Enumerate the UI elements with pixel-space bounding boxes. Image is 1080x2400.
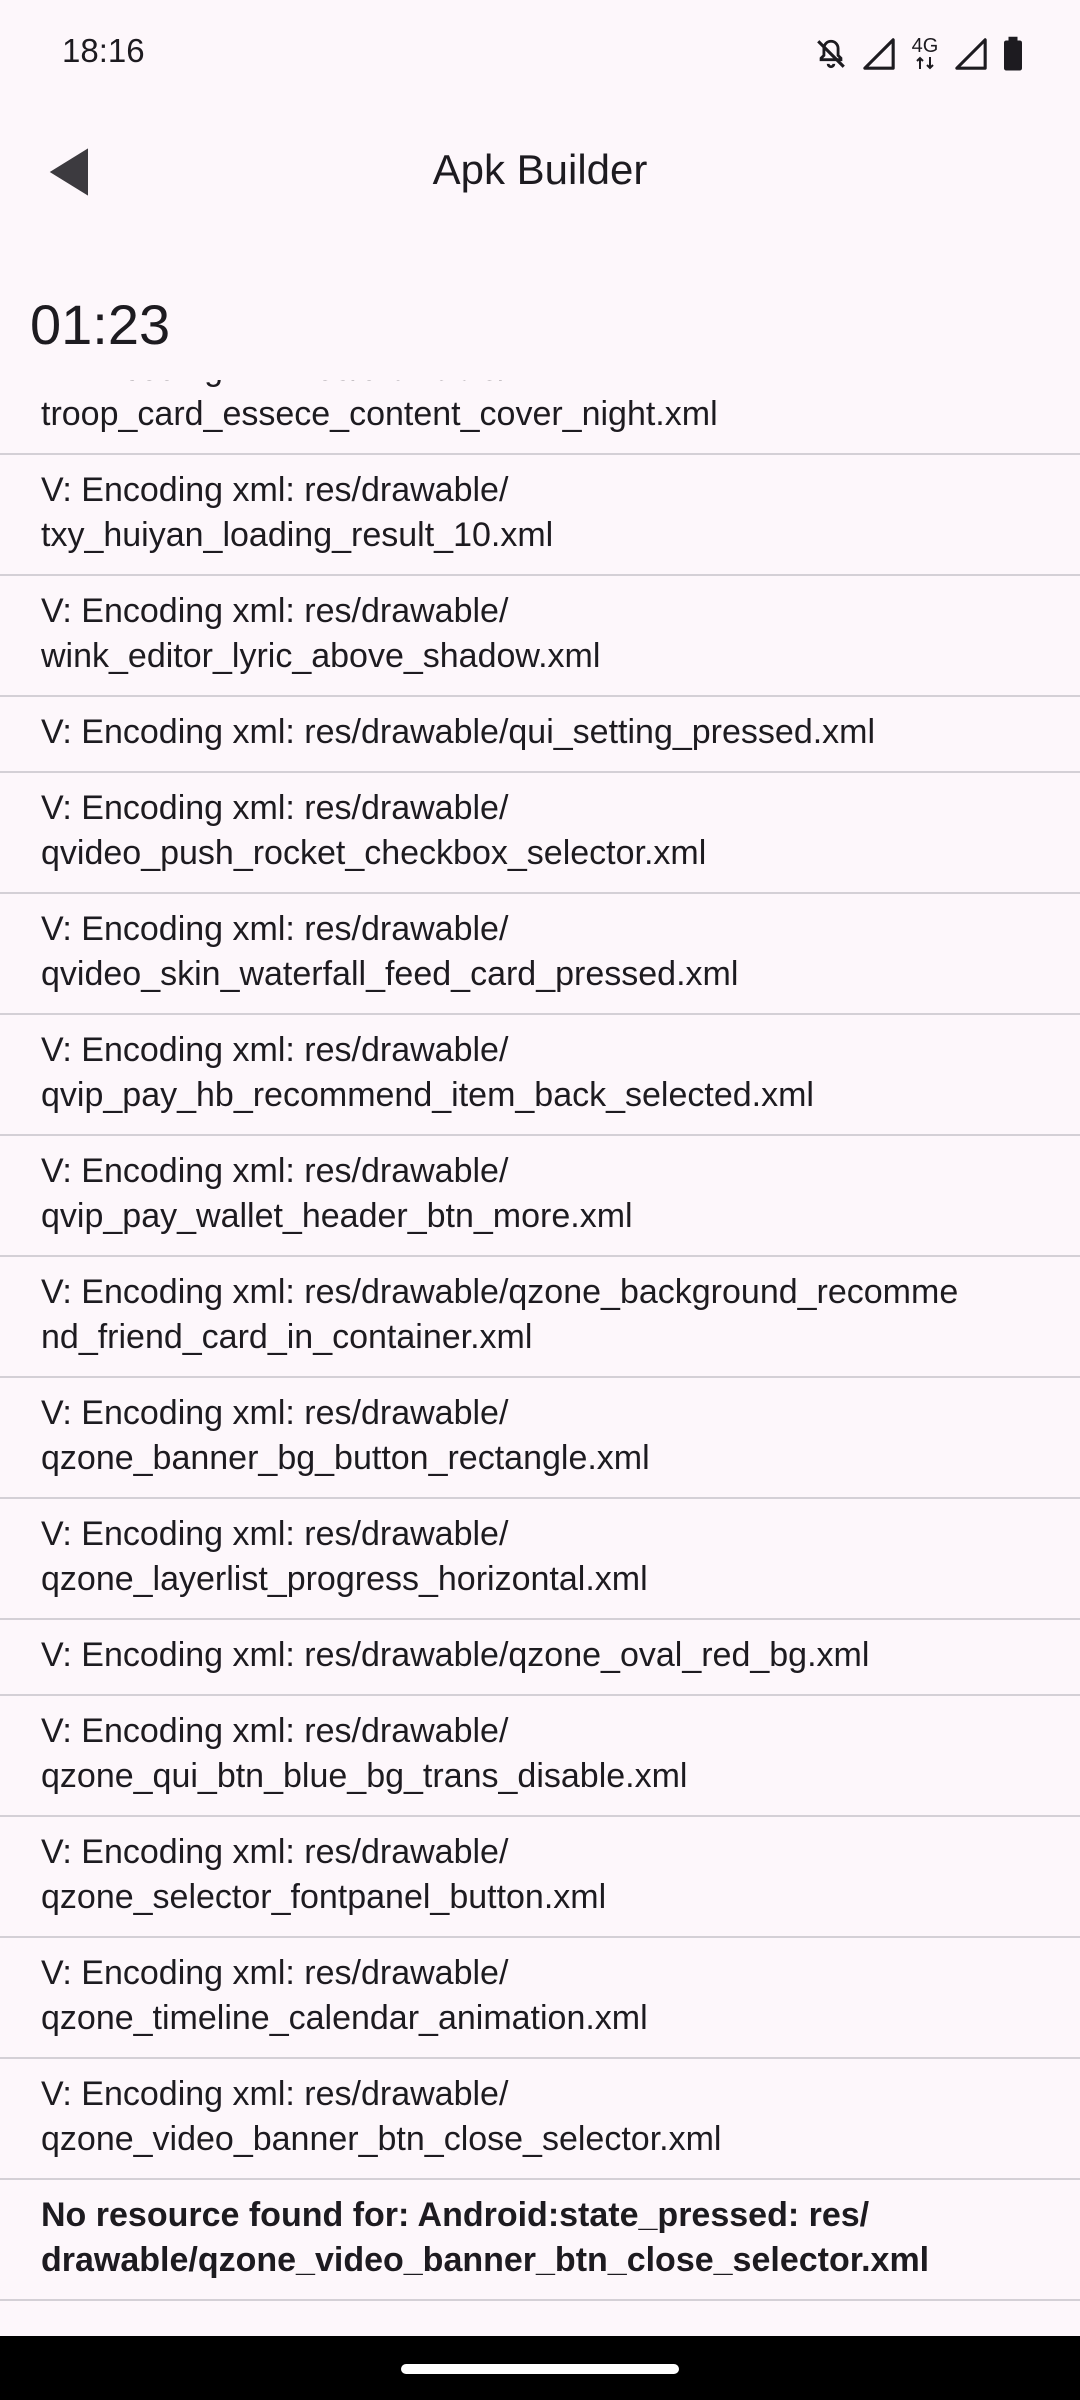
- log-entry-line: V: Encoding xml: res/drawable/: [41, 380, 1050, 392]
- log-entry-line: qvideo_push_rocket_checkbox_selector.xml: [41, 834, 707, 872]
- log-entry: V: Encoding xml: res/drawable/qzone_vide…: [0, 2059, 1080, 2180]
- log-entry-line: V: Encoding xml: res/drawable/qzone_back…: [41, 1273, 959, 1311]
- log-entry-line: drawable/qzone_video_banner_btn_close_se…: [41, 2241, 930, 2279]
- log-entry-line: qzone_timeline_calendar_animation.xml: [41, 1999, 648, 2037]
- apk-builder-screen: 18:16 4G Apk Builder 01:23 troop_card_es…: [0, 0, 1080, 2400]
- network-type-label: 4G: [911, 35, 939, 57]
- log-entry-line: V: Encoding xml: res/drawable/: [41, 1712, 509, 1750]
- log-entry-line: qvip_pay_hb_recommend_item_back_selected…: [41, 1076, 814, 1114]
- log-entry: V: Encoding xml: res/drawable/qzone_sele…: [0, 1817, 1080, 1938]
- log-entry: V: Encoding xml: res/drawable/qzone_time…: [0, 1938, 1080, 2059]
- log-entry: V: Encoding xml: res/drawable/qvideo_ski…: [0, 894, 1080, 1015]
- log-entry-line: V: Encoding xml: res/drawable/qzone_oval…: [41, 1636, 870, 1674]
- log-entry-line: V: Encoding xml: res/drawable/: [41, 789, 509, 827]
- log-entry: V: Encoding xml: res/drawable/troop_card…: [0, 380, 1080, 455]
- log-entry-line: V: Encoding xml: res/drawable/: [41, 1031, 509, 1069]
- notifications-off-icon: [814, 36, 848, 72]
- home-gesture-handle[interactable]: [401, 2364, 679, 2374]
- log-entry-line: qzone_video_banner_btn_close_selector.xm…: [41, 2120, 722, 2158]
- app-bar: Apk Builder: [0, 110, 1080, 236]
- signal-icon: [862, 37, 896, 71]
- log-entry: V: Encoding xml: res/drawable/qui_settin…: [0, 697, 1080, 773]
- log-entry-line: qvip_pay_wallet_header_btn_more.xml: [41, 1197, 633, 1235]
- log-entry: No resource found for: Android:state_pre…: [0, 2180, 1080, 2301]
- build-log-list[interactable]: V: Encoding xml: res/drawable/troop_card…: [0, 380, 1080, 2335]
- battery-icon: [1002, 36, 1024, 72]
- log-entry-line: V: Encoding xml: res/drawable/qui_settin…: [41, 713, 876, 751]
- log-entry: V: Encoding xml: res/drawable/qvideo_pus…: [0, 773, 1080, 894]
- log-entry-line: V: Encoding xml: res/drawable/: [41, 1394, 509, 1432]
- log-entry: V: Encoding xml: res/drawable/qzone_laye…: [0, 1499, 1080, 1620]
- log-entry-line: qvideo_skin_waterfall_feed_card_pressed.…: [41, 955, 739, 993]
- log-entry-line: txy_huiyan_loading_result_10.xml: [41, 516, 554, 554]
- status-bar: 18:16 4G: [0, 0, 1080, 110]
- status-time: 18:16: [62, 32, 145, 69]
- log-entry: V: Encoding xml: res/drawable/txy_huiyan…: [0, 455, 1080, 576]
- log-entry-line: troop_card_essece_content_cover_night.xm…: [41, 395, 718, 433]
- log-entry: V: Encoding xml: res/drawable/qvip_pay_w…: [0, 1136, 1080, 1257]
- log-entry-line: V: Encoding xml: res/drawable/: [41, 592, 509, 630]
- log-entry-line: qzone_banner_bg_button_rectangle.xml: [41, 1439, 650, 1477]
- log-entry-line: V: Encoding xml: res/drawable/: [41, 910, 509, 948]
- elapsed-timer: 01:23: [30, 293, 171, 356]
- log-entry-line: V: Encoding xml: res/drawable/: [41, 471, 509, 509]
- log-entry-line: No resource found for: Android:state_pre…: [41, 2196, 870, 2234]
- log-entry-line: qzone_qui_btn_blue_bg_trans_disable.xml: [41, 1757, 688, 1795]
- signal-icon: [954, 37, 988, 71]
- log-entry: V: Encoding xml: res/drawable/qzone_oval…: [0, 1620, 1080, 1696]
- log-entry: V: Encoding xml: res/drawable/qzone_qui_…: [0, 1696, 1080, 1817]
- log-entry: V: Encoding xml: res/drawable/wink_edito…: [0, 576, 1080, 697]
- build-log-scroll: V: Encoding xml: res/drawable/troop_card…: [0, 380, 1080, 2301]
- log-entry-line: V: Encoding xml: res/drawable/: [41, 1954, 509, 1992]
- log-entry: V: Encoding xml: res/drawable/qzone_back…: [0, 1257, 1080, 1378]
- 4g-data-icon: 4G: [910, 35, 940, 71]
- log-entry-line: V: Encoding xml: res/drawable/: [41, 1833, 509, 1871]
- log-entry: V: Encoding xml: res/drawable/qvip_pay_h…: [0, 1015, 1080, 1136]
- log-entry: V: Encoding xml: res/drawable/qzone_bann…: [0, 1378, 1080, 1499]
- app-title: Apk Builder: [432, 146, 648, 193]
- log-entry-line: qzone_selector_fontpanel_button.xml: [41, 1878, 607, 1916]
- log-entry-line: V: Encoding xml: res/drawable/: [41, 1515, 509, 1553]
- log-entry-line: V: Encoding xml: res/drawable/: [41, 1152, 509, 1190]
- log-entry-line: qzone_layerlist_progress_horizontal.xml: [41, 1560, 648, 1598]
- status-icons: 4G: [814, 34, 1024, 74]
- navigation-bar: [0, 2336, 1080, 2400]
- log-entry-line: wink_editor_lyric_above_shadow.xml: [41, 637, 601, 675]
- log-entry-line: nd_friend_card_in_container.xml: [41, 1318, 533, 1356]
- log-entry-line: V: Encoding xml: res/drawable/: [41, 2075, 509, 2113]
